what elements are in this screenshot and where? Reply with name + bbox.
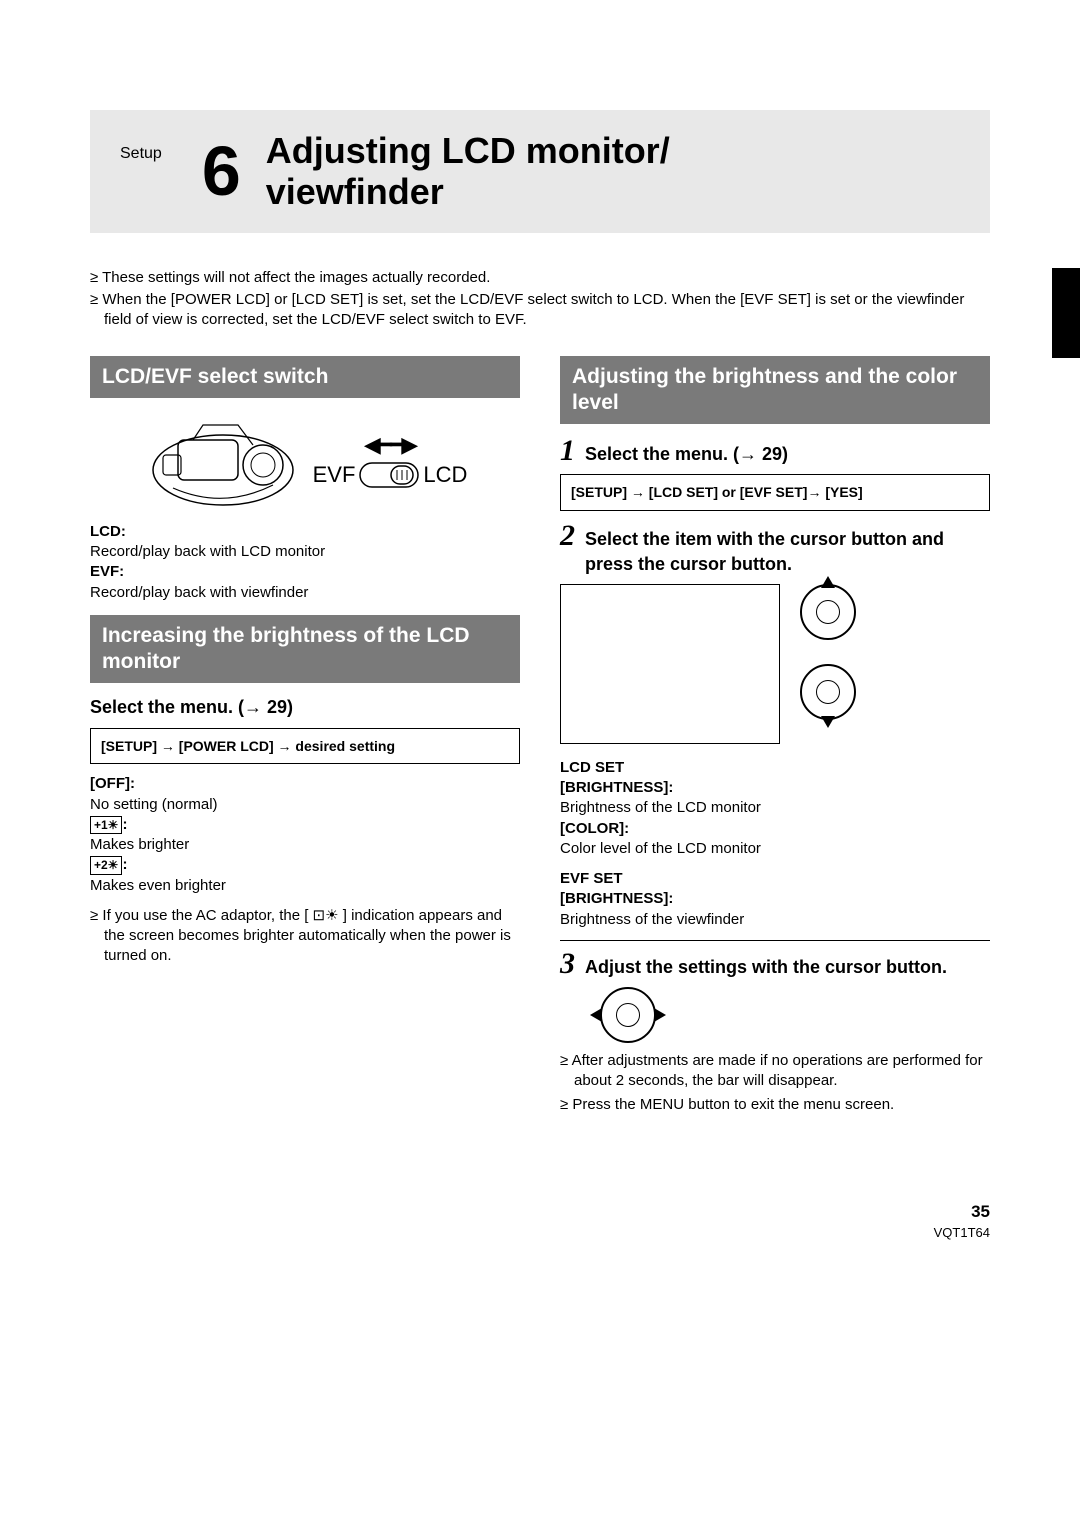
section-header-increase-brightness: Increasing the brightness of the LCD mon… xyxy=(90,615,520,684)
lcd-evf-descriptions: LCD: Record/play back with LCD monitor E… xyxy=(90,522,520,603)
step-1: 1 Select the menu. (→ 29) xyxy=(560,436,990,466)
double-arrow-icon: ◀━━▶ xyxy=(313,430,468,460)
color-desc: Color level of the LCD monitor xyxy=(560,839,990,859)
bright1-icon: +1☀: xyxy=(90,816,127,833)
power-lcd-options: [OFF]: No setting (normal) +1☀: Makes br… xyxy=(90,774,520,896)
lcd-evf-diagram: ◀━━▶ EVF LCD xyxy=(90,410,520,510)
step-2: 2 Select the item with the cursor button… xyxy=(560,521,990,576)
evf-label: EVF xyxy=(313,460,356,490)
color-label: [COLOR]: xyxy=(560,820,629,837)
section-header-lcd-evf-switch: LCD/EVF select switch xyxy=(90,356,520,398)
page-number: 35 xyxy=(90,1201,990,1224)
camcorder-icon xyxy=(143,410,303,510)
page-footer: 35 VQT1T64 xyxy=(90,1201,990,1241)
step-text: Select the item with the cursor button a… xyxy=(585,521,990,576)
brightness-desc: Brightness of the LCD monitor xyxy=(560,798,990,818)
left-column: LCD/EVF select switch ◀━━▶ EVF xyxy=(90,356,520,1121)
cursor-diagram xyxy=(560,584,990,744)
brightness-label: [BRIGHTNESS]: xyxy=(560,779,673,796)
bright2-icon: +2☀: xyxy=(90,856,127,873)
step-select-menu: Select the menu. (→ 29) xyxy=(90,695,520,719)
step3-notes: After adjustments are made if no operati… xyxy=(560,1051,990,1115)
section-header-adjust-brightness-color: Adjusting the brightness and the color l… xyxy=(560,356,990,425)
doc-code: VQT1T64 xyxy=(90,1224,990,1242)
menu-path-box: [SETUP] → [POWER LCD] → desired setting xyxy=(90,728,520,765)
off-label: [OFF]: xyxy=(90,775,135,792)
evf-def-label: EVF: xyxy=(90,563,124,580)
step-3: 3 Adjust the settings with the cursor bu… xyxy=(560,949,990,979)
page-edge-tab xyxy=(1052,268,1080,358)
evf-def-text: Record/play back with viewfinder xyxy=(90,583,520,603)
cursor-down-press-icon xyxy=(800,664,856,720)
divider xyxy=(560,940,990,941)
evf-brightness-label: [BRIGHTNESS]: xyxy=(560,890,673,907)
slider-switch-icon xyxy=(359,462,419,488)
title-block: Setup 6 Adjusting LCD monitor/viewfinder xyxy=(90,110,990,233)
evf-set-defs: EVF SET [BRIGHTNESS]: Brightness of the … xyxy=(560,869,990,930)
lcd-set-defs: LCD SET [BRIGHTNESS]: Brightness of the … xyxy=(560,758,990,859)
bright1-desc: Makes brighter xyxy=(90,835,520,855)
off-desc: No setting (normal) xyxy=(90,795,520,815)
intro-bullet: When the [POWER LCD] or [LCD SET] is set… xyxy=(90,290,990,331)
cursor-up-icon xyxy=(800,584,856,640)
bright2-desc: Makes even brighter xyxy=(90,876,520,896)
setup-label: Setup xyxy=(120,143,162,165)
intro-notes: These settings will not affect the image… xyxy=(90,268,990,331)
step-number: 3 xyxy=(560,949,575,979)
step-text: Select the menu. (→ 29) xyxy=(90,695,293,719)
lcd-def-label: LCD: xyxy=(90,523,126,540)
step-text: Adjust the settings with the cursor butt… xyxy=(585,949,947,979)
lcd-label: LCD xyxy=(423,460,467,490)
ac-adaptor-note: If you use the AC adaptor, the [ ⊡☀ ] in… xyxy=(90,906,520,967)
evfset-heading: EVF SET xyxy=(560,869,990,889)
section-number: 6 xyxy=(202,136,241,206)
menu-path-box: [SETUP] → [LCD SET] or [EVF SET]→ [YES] xyxy=(560,474,990,511)
evf-brightness-desc: Brightness of the viewfinder xyxy=(560,910,990,930)
intro-bullet: These settings will not affect the image… xyxy=(90,268,990,288)
lcdset-heading: LCD SET xyxy=(560,758,990,778)
lcd-screen-placeholder xyxy=(560,584,780,744)
step-number: 2 xyxy=(560,521,575,551)
section-title: Adjusting LCD monitor/viewfinder xyxy=(266,130,670,213)
step-number: 1 xyxy=(560,436,575,466)
cursor-lr-diagram xyxy=(600,987,990,1043)
step-text: Select the menu. (→ 29) xyxy=(585,436,788,466)
cursor-left-right-icon xyxy=(600,987,656,1043)
lcd-def-text: Record/play back with LCD monitor xyxy=(90,542,520,562)
right-column: Adjusting the brightness and the color l… xyxy=(560,356,990,1121)
